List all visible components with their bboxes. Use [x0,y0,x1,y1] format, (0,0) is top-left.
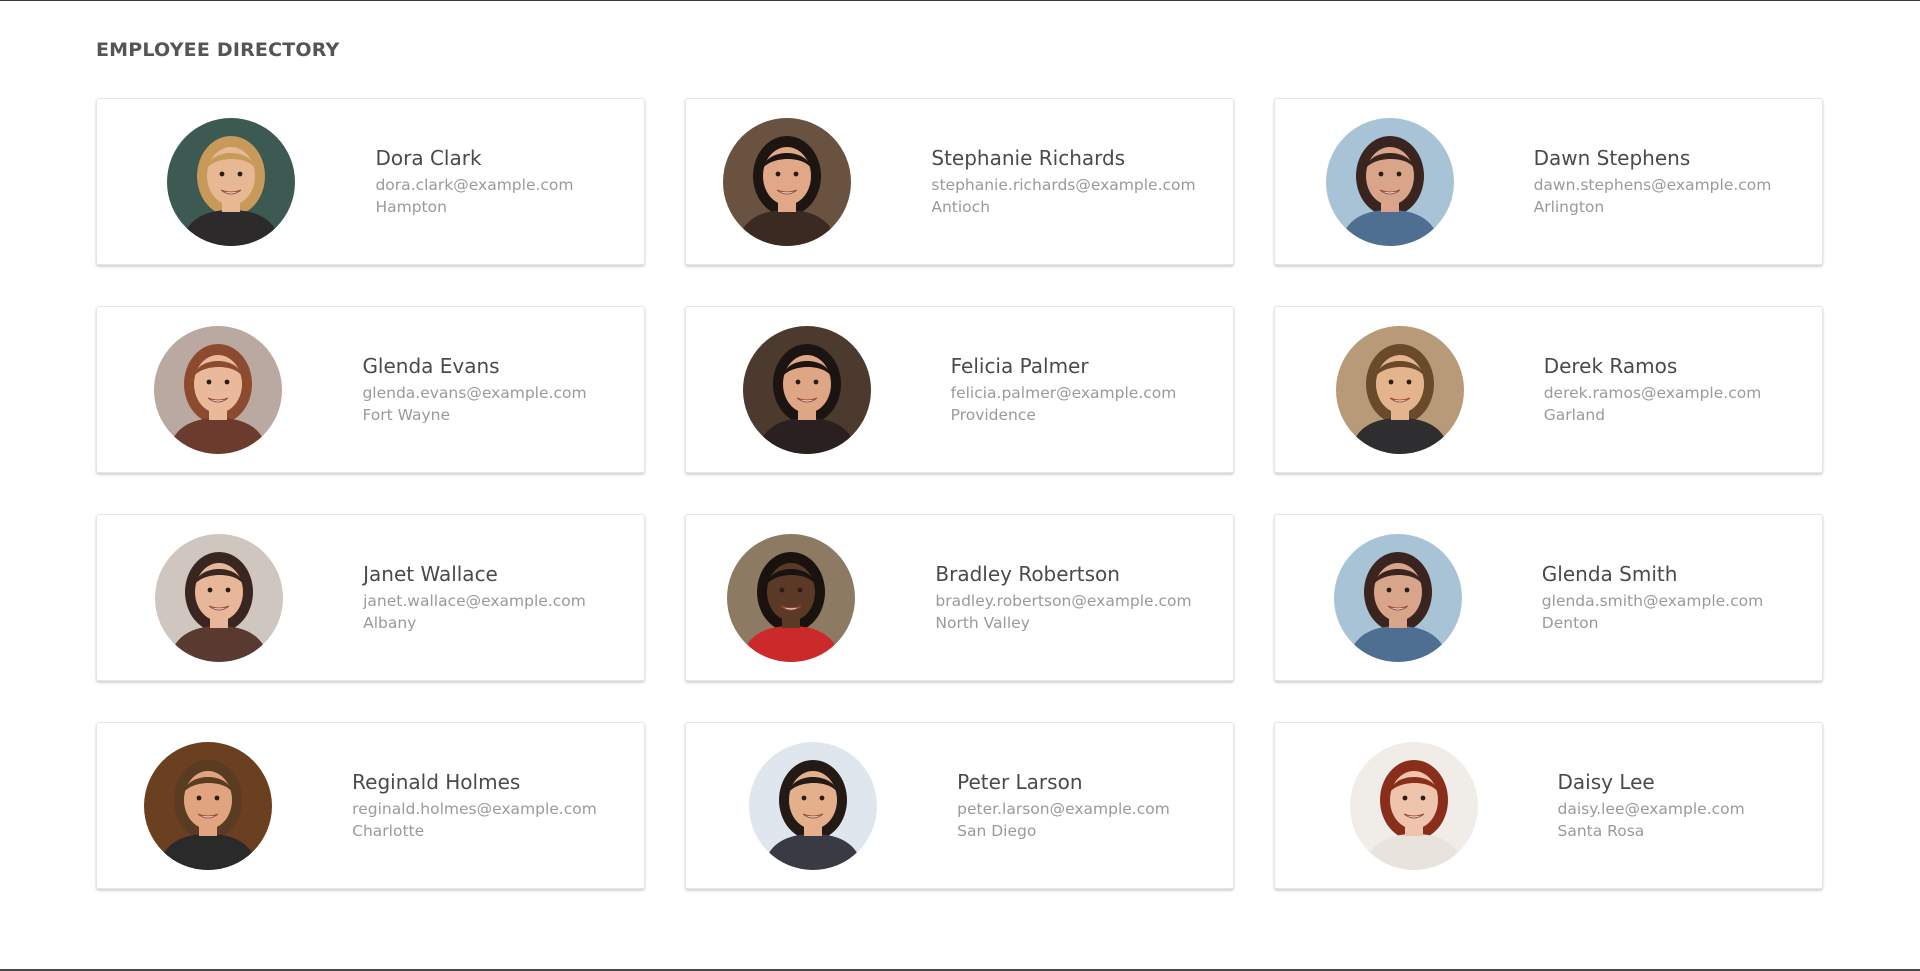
employee-card[interactable]: Dora Clark dora.clark@example.com Hampton [96,98,645,265]
employee-card[interactable]: Glenda Smith glenda.smith@example.com Dent… [1274,514,1823,681]
employee-info: Dora Clark dora.clark@example.com Hampton [375,146,573,218]
employee-grid: Dora Clark dora.clark@example.com Hampton S… [96,98,1823,889]
employee-email: daisy.lee@example.com [1557,799,1745,818]
avatar [723,117,852,246]
employee-card[interactable]: Stephanie Richards stephanie.richards@exa… [685,98,1234,265]
employee-name: Felicia Palmer [950,353,1089,378]
employee-card[interactable]: Janet Wallace janet.wallace@example.com Al… [96,514,645,681]
avatar [167,117,296,246]
employee-info: Daisy Lee daisy.lee@example.com Santa Rosa [1558,770,1748,842]
employee-email: dawn.stephens@example.com [1533,175,1772,194]
employee-info: Peter Larson peter.larson@example.com San … [957,770,1170,842]
employee-city: Fort Wayne [362,405,451,424]
employee-name: Dawn Stephens [1533,145,1691,170]
employee-city: Arlington [1533,197,1605,216]
employee-email: janet.wallace@example.com [363,591,586,610]
employee-city: Garland [1543,405,1606,424]
employee-email: stephanie.richards@example.com [931,175,1196,194]
employee-email: glenda.evans@example.com [362,383,587,402]
employee-card[interactable]: Daisy Lee daisy.lee@example.com Santa Rosa [1274,722,1823,889]
avatar [727,533,856,662]
employee-name: Janet Wallace [363,561,498,586]
employee-card[interactable]: Derek Ramos derek.ramos@example.com Garlan… [1274,306,1823,473]
employee-info: Glenda Evans glenda.evans@example.com Fort… [362,354,586,426]
avatar [154,325,283,454]
employee-info: Glenda Smith glenda.smith@example.com Dent… [1542,562,1763,634]
page: EMPLOYEE DIRECTORY Dora Clark dora.clark@… [0,0,1920,971]
employee-email: bradley.robertson@example.com [935,591,1192,610]
employee-name: Stephanie Richards [931,145,1126,170]
employee-name: Daisy Lee [1557,769,1655,794]
employee-city: Providence [950,405,1036,424]
employee-email: felicia.palmer@example.com [950,383,1177,402]
employee-info: Janet Wallace janet.wallace@example.com Al… [363,562,586,634]
employee-card[interactable]: Reginald Holmes reginald.holmes@example.c… [96,722,645,889]
employee-city: Antioch [931,197,991,216]
employee-name: Peter Larson [957,769,1083,794]
employee-card[interactable]: Glenda Evans glenda.evans@example.com Fort… [96,306,645,473]
avatar [742,325,871,454]
employee-email: peter.larson@example.com [957,799,1170,818]
employee-card[interactable]: Bradley Robertson bradley.robertson@examp… [685,514,1234,681]
avatar [1349,741,1478,870]
employee-name: Derek Ramos [1543,353,1678,378]
employee-email: glenda.smith@example.com [1541,591,1764,610]
employee-info: Felicia Palmer felicia.palmer@example.com… [951,354,1177,426]
employee-name: Glenda Evans [362,353,500,378]
employee-name: Dora Clark [375,145,482,170]
employee-name: Glenda Smith [1541,561,1678,586]
employee-info: Dawn Stephens dawn.stephens@example.com Ar… [1534,146,1772,218]
employee-info: Derek Ramos derek.ramos@example.com Garlan… [1544,354,1762,426]
page-title: EMPLOYEE DIRECTORY [96,39,340,61]
employee-city: San Diego [957,821,1037,840]
employee-city: Hampton [375,197,447,216]
employee-city: Denton [1541,613,1599,632]
employee-card[interactable]: Dawn Stephens dawn.stephens@example.com Ar… [1274,98,1823,265]
employee-email: derek.ramos@example.com [1543,383,1762,402]
employee-name: Bradley Robertson [935,561,1120,586]
employee-city: North Valley [935,613,1030,632]
employee-city: Charlotte [352,821,425,840]
employee-email: reginald.holmes@example.com [352,799,597,818]
employee-info: Reginald Holmes reginald.holmes@example.c… [352,770,597,842]
avatar [1325,117,1454,246]
employee-card[interactable]: Peter Larson peter.larson@example.com San … [685,722,1234,889]
employee-city: Albany [363,613,417,632]
employee-info: Stephanie Richards stephanie.richards@exa… [931,146,1195,218]
avatar [749,741,878,870]
employee-card[interactable]: Felicia Palmer felicia.palmer@example.com… [685,306,1234,473]
employee-email: dora.clark@example.com [375,175,574,194]
employee-name: Reginald Holmes [352,769,521,794]
avatar [1333,533,1462,662]
avatar [155,533,284,662]
avatar [144,741,273,870]
employee-city: Santa Rosa [1557,821,1645,840]
employee-info: Bradley Robertson bradley.robertson@examp… [935,562,1191,634]
avatar [1335,325,1464,454]
